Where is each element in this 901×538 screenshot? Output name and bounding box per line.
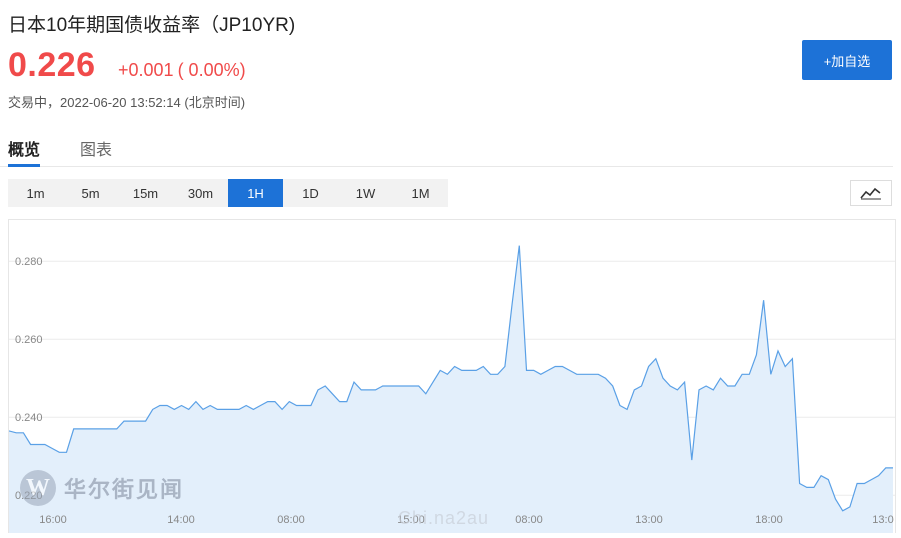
x-tick-label: 08:00 xyxy=(515,514,543,526)
period-1mo-button[interactable]: 1M xyxy=(393,179,448,207)
period-15m-button[interactable]: 15m xyxy=(118,179,173,207)
status-datetime: 2022-06-20 13:52:14 xyxy=(60,95,181,110)
period-30m-button[interactable]: 30m xyxy=(173,179,228,207)
period-1w-button[interactable]: 1W xyxy=(338,179,393,207)
x-tick-label: 18:00 xyxy=(755,514,783,526)
x-tick-label: 13:00 xyxy=(635,514,663,526)
line-chart-icon xyxy=(860,187,881,200)
add-watchlist-button[interactable]: +加自选 xyxy=(802,40,892,80)
x-tick-label: 13:0 xyxy=(872,514,893,526)
tab-chart[interactable]: 图表 xyxy=(80,136,112,160)
page-title: 日本10年期国债收益率（JP10YR) xyxy=(8,15,296,36)
current-price: 0.226 xyxy=(8,46,96,84)
y-tick-label: 0.240 xyxy=(15,412,43,424)
y-tick-label: 0.220 xyxy=(15,490,43,502)
chart-area-fill xyxy=(9,245,893,533)
trade-status: 交易中，2022-06-20 13:52:14 (北京时间) xyxy=(8,92,245,111)
x-tick-label: 15:00 xyxy=(397,514,425,526)
period-1m-button[interactable]: 1m xyxy=(8,179,63,207)
x-tick-label: 14:00 xyxy=(167,514,195,526)
chart-type-toggle[interactable] xyxy=(850,180,892,206)
price-change: +0.001( 0.00%) xyxy=(118,60,246,81)
change-value: +0.001 xyxy=(118,60,174,80)
period-selector: 1m 5m 15m 30m 1H 1D 1W 1M xyxy=(8,179,448,207)
period-1d-button[interactable]: 1D xyxy=(283,179,338,207)
tab-bar: 概览 图表 xyxy=(0,128,893,167)
y-tick-label: 0.280 xyxy=(15,256,43,268)
period-5m-button[interactable]: 5m xyxy=(63,179,118,207)
x-tick-label: 16:00 xyxy=(39,514,67,526)
y-tick-label: 0.260 xyxy=(15,334,43,346)
price-chart[interactable]: 0.280 0.260 0.240 0.220 16:00 14:00 08:00 15:0… xyxy=(8,219,896,533)
x-tick-label: 08:00 xyxy=(277,514,305,526)
change-percent: ( 0.00%) xyxy=(177,60,246,80)
tab-overview[interactable]: 概览 xyxy=(8,136,41,167)
chart-svg: 0.280 0.260 0.240 0.220 16:00 14:00 08:00 15:0… xyxy=(8,245,895,533)
period-1h-button[interactable]: 1H xyxy=(228,179,283,207)
status-timezone: (北京时间) xyxy=(184,95,246,110)
status-text: 交易中， xyxy=(8,95,61,110)
